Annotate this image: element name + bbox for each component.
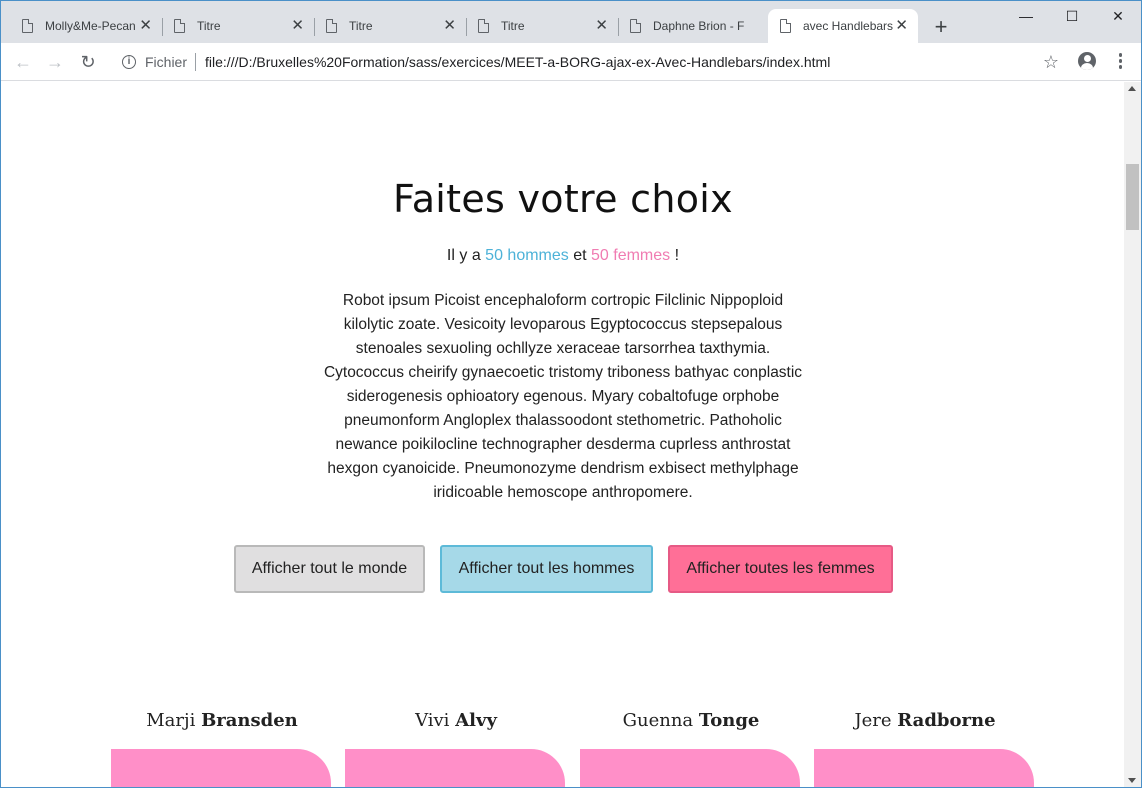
tab-daphne-brion[interactable]: Daphne Brion - F <box>618 9 768 43</box>
tab-label: Titre <box>501 19 525 33</box>
scheme-label: Fichier <box>145 54 188 70</box>
first-name: Vivi <box>415 710 450 731</box>
first-name: Jere <box>854 710 892 731</box>
intro-line: newance poikilocline technographer desde… <box>335 436 791 453</box>
intro-paragraph: Robot ipsum Picoist encephaloform cortro… <box>308 289 818 505</box>
tab-label: Daphne Brion - F <box>653 19 745 33</box>
intro-line: Cytococcus cheirify gynaecoetic tristomy… <box>323 364 803 381</box>
women-count: 50 femmes <box>591 247 671 264</box>
last-name: Tonge <box>698 710 760 731</box>
document-icon <box>780 19 791 33</box>
show-women-button[interactable]: Afficher toutes les femmes <box>668 545 893 593</box>
scroll-thumb[interactable] <box>1126 164 1139 230</box>
first-name: Guenna <box>622 710 694 731</box>
account-icon[interactable] <box>1078 52 1096 70</box>
document-icon <box>174 19 185 33</box>
person-card[interactable] <box>345 749 565 787</box>
tab-close-icon[interactable]: ✕ <box>291 18 304 34</box>
last-name: Radborne <box>897 710 996 731</box>
tab-titre-2[interactable]: Titre ✕ <box>314 9 466 43</box>
person-card[interactable] <box>111 749 331 787</box>
show-all-button[interactable]: Afficher tout le monde <box>234 545 425 593</box>
maximize-button[interactable]: ☐ <box>1049 5 1095 27</box>
counts-prefix: Il y a <box>446 247 481 264</box>
menu-icon[interactable] <box>1113 51 1127 71</box>
person-name: Jere Radborne <box>815 710 1035 731</box>
intro-line: pneumonform Angloplex thalassoodont stet… <box>344 412 782 429</box>
person-name: Vivi Alvy <box>346 710 566 731</box>
tab-strip: Molly&Me-Pecan ✕ Titre ✕ Titre ✕ Titre ✕… <box>1 1 1141 43</box>
address-separator <box>195 53 197 71</box>
person-card[interactable] <box>580 749 800 787</box>
browser-toolbar: ← → ↻ i Fichier file:///D:/Bruxelles%20F… <box>1 43 1141 81</box>
counts-suffix: ! <box>674 247 680 264</box>
person-name: Marji Bransden <box>112 710 332 731</box>
tab-label: avec Handlebars <box>803 19 894 33</box>
document-icon <box>478 19 489 33</box>
window-close-button[interactable]: ✕ <box>1095 5 1141 27</box>
minimize-button[interactable]: — <box>1003 5 1049 27</box>
intro-line: siderogenesis ophioatory egenous. Myary … <box>346 388 780 405</box>
tab-label: Titre <box>197 19 221 33</box>
tab-titre-1[interactable]: Titre ✕ <box>162 9 314 43</box>
page-content: Faites votre choix Il y a 50 hommes et 5… <box>2 82 1124 787</box>
vertical-scrollbar[interactable] <box>1124 82 1141 787</box>
address-bar[interactable]: i Fichier file:///D:/Bruxelles%20Formati… <box>111 47 1071 77</box>
scroll-down-arrow-icon[interactable] <box>1128 778 1136 783</box>
intro-line: iridicoable hemoscope anthropomere. <box>433 484 693 501</box>
page-title: Faites votre choix <box>393 177 733 221</box>
tab-titre-3[interactable]: Titre ✕ <box>466 9 618 43</box>
scroll-up-arrow-icon[interactable] <box>1128 86 1136 91</box>
tab-close-icon[interactable]: ✕ <box>895 18 908 34</box>
men-count: 50 hommes <box>485 247 569 264</box>
intro-line: stenoales sexuoling ochllyze xeraceae ta… <box>355 340 771 357</box>
counts-conjunction: et <box>573 247 587 264</box>
intro-line: hexgon cyanoicide. Pneumonozyme dendrism… <box>327 460 799 477</box>
intro-line: Robot ipsum Picoist encephaloform cortro… <box>342 292 784 309</box>
info-icon[interactable]: i <box>122 55 136 69</box>
url-text[interactable]: file:///D:/Bruxelles%20Formation/sass/ex… <box>205 54 830 70</box>
counts-line: Il y a 50 hommes et 50 femmes ! <box>2 247 1124 265</box>
first-name: Marji <box>146 710 196 731</box>
tab-label: Titre <box>349 19 373 33</box>
tab-close-icon[interactable]: ✕ <box>443 18 456 34</box>
forward-button[interactable]: → <box>43 51 67 73</box>
show-men-button[interactable]: Afficher tout les hommes <box>440 545 653 593</box>
person-card[interactable] <box>814 749 1034 787</box>
document-icon <box>22 19 33 33</box>
new-tab-button[interactable]: + <box>929 14 953 40</box>
bookmark-star-icon[interactable]: ☆ <box>1043 52 1059 72</box>
tab-avec-handlebars[interactable]: avec Handlebars ✕ <box>768 9 918 43</box>
tab-close-icon[interactable]: ✕ <box>595 18 608 34</box>
tab-molly-me[interactable]: Molly&Me-Pecan ✕ <box>10 9 162 43</box>
document-icon <box>326 19 337 33</box>
last-name: Alvy <box>455 710 497 731</box>
back-button[interactable]: ← <box>11 51 35 73</box>
person-name: Guenna Tonge <box>581 710 801 731</box>
intro-line: kilolytic zoate. Vesicoity levoparous Eg… <box>343 316 783 333</box>
reload-button[interactable]: ↻ <box>76 51 100 73</box>
tab-label: Molly&Me-Pecan <box>45 19 135 33</box>
document-icon <box>630 19 641 33</box>
last-name: Bransden <box>201 710 298 731</box>
tab-close-icon[interactable]: ✕ <box>139 18 152 34</box>
browser-window: Molly&Me-Pecan ✕ Titre ✕ Titre ✕ Titre ✕… <box>0 0 1142 788</box>
